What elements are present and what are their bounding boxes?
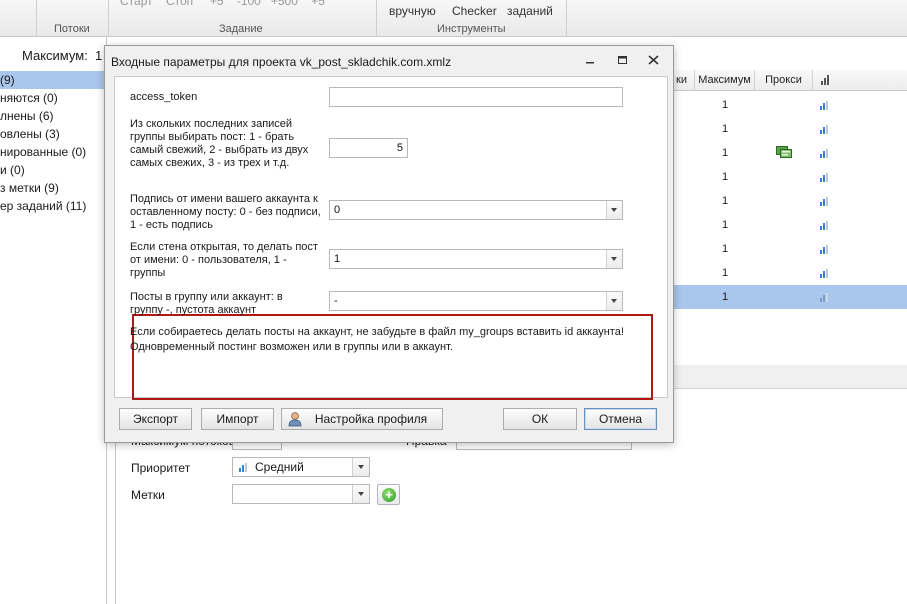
filter-item[interactable]: ер заданий (11) (0, 197, 106, 215)
grid-header-priority[interactable] (812, 70, 838, 91)
priority-select[interactable]: Средний (232, 457, 370, 477)
chevron-down-icon[interactable] (606, 201, 622, 219)
grid-cell-max: 1 (721, 195, 729, 207)
priority-value: Средний (255, 460, 304, 474)
table-row[interactable] (669, 237, 907, 261)
profile-settings-label: Настройка профиля (314, 412, 428, 426)
proxy-icon (776, 146, 792, 158)
filter-item[interactable]: няются (0) (0, 89, 106, 107)
grid-header-proxy[interactable]: Прокси (754, 70, 812, 91)
filter-item[interactable]: овлены (3) (0, 125, 106, 143)
table-row-selected[interactable] (669, 285, 907, 309)
grid-cell-max: 1 (721, 123, 729, 135)
filter-item[interactable]: лнены (6) (0, 107, 106, 125)
posts-count-label: Из скольких последних записей группы выб… (130, 118, 309, 169)
ribbon-tasks-button[interactable]: заданий (507, 4, 553, 18)
labels-select[interactable] (232, 484, 370, 504)
export-button[interactable]: Экспорт (119, 408, 192, 430)
priority-medium-icon (820, 149, 830, 158)
post-target-label: Посты в группу или аккаунт: в группу -, … (130, 291, 283, 316)
priority-label: Приоритет (131, 461, 191, 475)
profile-settings-button[interactable]: Настройка профиля (281, 408, 443, 430)
filter-item[interactable]: з метки (9) (0, 179, 106, 197)
priority-medium-icon (239, 463, 249, 472)
table-row[interactable] (669, 117, 907, 141)
grid-header-max[interactable]: Максимум (694, 70, 754, 91)
filter-item[interactable]: и (0) (0, 161, 106, 179)
priority-medium-icon (820, 173, 830, 182)
table-row[interactable] (669, 93, 907, 117)
dialog-titlebar[interactable]: Входные параметры для проекта vk_post_sk… (105, 46, 673, 76)
access-token-label: access_token (130, 91, 198, 103)
chevron-down-icon[interactable] (352, 485, 369, 503)
dialog-title: Входные параметры для проекта vk_post_sk… (111, 55, 452, 69)
grid-cell-max: 1 (721, 291, 729, 303)
post-target-select[interactable]: - (329, 291, 623, 311)
table-row[interactable] (669, 261, 907, 285)
info-text: Если собираетесь делать посты на аккаунт… (130, 326, 624, 353)
grid-cell-max: 1 (721, 219, 729, 231)
grid-cell-max: 1 (721, 99, 729, 111)
import-button[interactable]: Импорт (201, 408, 274, 430)
chevron-down-icon[interactable] (352, 458, 369, 476)
user-icon (288, 412, 302, 427)
input-parameters-dialog: Входные параметры для проекта vk_post_sk… (104, 45, 674, 443)
access-token-input[interactable] (329, 87, 623, 107)
grid-cell-max: 1 (721, 243, 729, 255)
priority-medium-icon (820, 197, 830, 206)
priority-medium-icon (820, 125, 830, 134)
grid-cell-max: 1 (721, 171, 729, 183)
close-icon[interactable] (646, 55, 660, 67)
priority-header-icon (821, 75, 831, 85)
plus-icon: + (382, 488, 396, 502)
chevron-down-icon[interactable] (606, 292, 622, 310)
ribbon: Старт Стоп +5 -100 +500 +5 вручную Check… (0, 0, 907, 37)
grid-cell-max: 1 (721, 267, 729, 279)
table-row[interactable] (669, 213, 907, 237)
add-label-button[interactable]: + (377, 484, 400, 505)
signature-value: 0 (334, 204, 341, 216)
max-label: Максимум: 1 (22, 48, 103, 63)
restore-icon[interactable] (615, 55, 629, 67)
dialog-body: access_token Из скольких последних запис… (114, 76, 668, 400)
signature-label: Подпись от имени вашего аккаунта к остав… (130, 193, 321, 231)
ribbon-task-buttons: Старт Стоп +5 -100 +500 +5 (120, 0, 325, 8)
chevron-down-icon[interactable] (606, 250, 622, 268)
signature-select[interactable]: 0 (329, 200, 623, 220)
ribbon-checker-button[interactable]: Checker (452, 4, 497, 18)
filter-item[interactable]: нированные (0) (0, 143, 106, 161)
ribbon-group-tools: Инструменты (437, 23, 506, 35)
ribbon-group-task: Задание (219, 23, 263, 35)
minimize-icon[interactable] (583, 55, 597, 67)
posts-count-input[interactable] (329, 138, 408, 158)
priority-medium-icon (820, 101, 830, 110)
ribbon-group-threads: Потоки (54, 23, 90, 35)
post-as-value: 1 (334, 253, 341, 265)
labels-label: Метки (131, 488, 165, 502)
table-row[interactable] (669, 189, 907, 213)
ok-button[interactable]: ОК (503, 408, 577, 430)
post-as-select[interactable]: 1 (329, 249, 623, 269)
grid-cell-max: 1 (721, 147, 729, 159)
priority-medium-icon (820, 269, 830, 278)
ribbon-manual-button[interactable]: вручную (389, 4, 436, 18)
priority-medium-icon (820, 293, 830, 302)
post-target-value: - (334, 295, 338, 307)
post-as-label: Если стена открытая, то делать пост от и… (130, 241, 318, 279)
table-row[interactable] (669, 165, 907, 189)
priority-medium-icon (820, 221, 830, 230)
grid-header: ки Максимум Прокси (669, 70, 907, 91)
priority-medium-icon (820, 245, 830, 254)
filter-item-all[interactable]: (9) (0, 71, 106, 89)
cancel-button[interactable]: Отмена (584, 408, 657, 430)
